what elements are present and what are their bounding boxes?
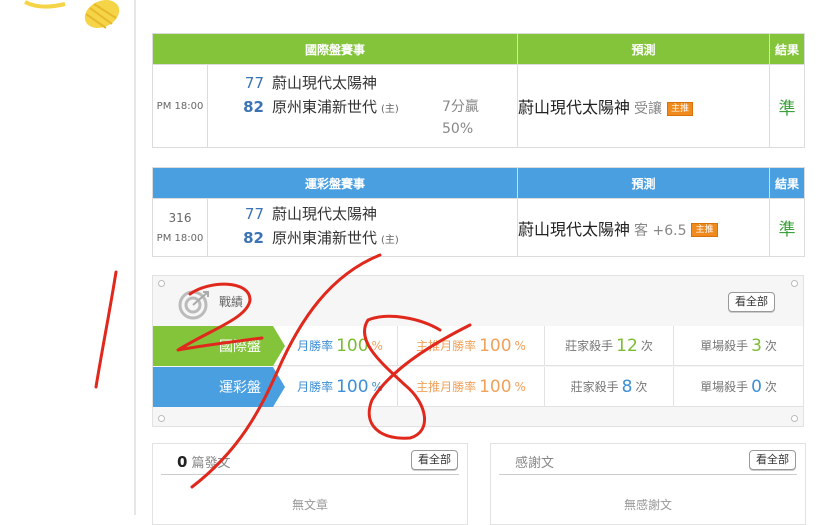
lottery-match-card: 運彩盤賽事 預測 結果 316 PM 18:00 77 蔚山現代太陽神 82 原州東… bbox=[151, 167, 806, 257]
team2-score: 82 bbox=[243, 98, 264, 116]
divider bbox=[161, 474, 459, 475]
main-pick-win-rate: 主推月勝率 100% bbox=[398, 367, 545, 407]
house-killer: 莊家殺手 8 次 bbox=[545, 367, 674, 407]
thanks-view-all-button[interactable]: 看全部 bbox=[749, 450, 796, 470]
record-row-label[interactable]: 運彩盤 bbox=[153, 367, 285, 407]
match-header: 運彩盤賽事 bbox=[151, 167, 519, 199]
team2-name[interactable]: 原州東浦新世代 bbox=[272, 229, 377, 247]
match-time: PM 18:00 bbox=[152, 64, 208, 148]
home-tag: (主) bbox=[381, 235, 399, 246]
home-tag: (主) bbox=[381, 104, 399, 115]
result-value: 準 bbox=[769, 64, 806, 148]
main-pick-win-rate: 主推月勝率 100% bbox=[398, 326, 545, 366]
predicted-team: 蔚山現代太陽神 bbox=[518, 98, 631, 117]
single-killer: 單場殺手 0 次 bbox=[674, 367, 803, 407]
lightbulb-icon bbox=[24, 0, 120, 29]
corner-dot bbox=[791, 280, 798, 287]
main-pick-value: 100 bbox=[479, 376, 512, 397]
match-time-cell: 316 PM 18:00 bbox=[152, 198, 208, 257]
main-pick-badge: 主推 bbox=[667, 101, 694, 116]
team1-score: 77 bbox=[244, 205, 264, 223]
month-win-value: 100 bbox=[336, 376, 369, 397]
house-killer-value: 8 bbox=[621, 376, 633, 397]
game-number: 316 bbox=[168, 211, 192, 225]
match-time: PM 18:00 bbox=[156, 233, 204, 244]
match-teams: 77 蔚山現代太陽神 82 原州東浦新世代 (主) 7分贏 50% bbox=[206, 64, 519, 148]
result-value: 準 bbox=[769, 198, 806, 257]
corner-dot bbox=[158, 280, 165, 287]
record-view-all-button[interactable]: 看全部 bbox=[728, 292, 775, 312]
result-header: 結果 bbox=[769, 33, 806, 65]
month-win-rate: 月勝率 100% bbox=[273, 326, 398, 366]
match-header: 國際盤賽事 bbox=[151, 33, 519, 65]
month-win-value: 100 bbox=[336, 335, 369, 356]
record-row-label[interactable]: 國際盤 bbox=[153, 326, 285, 366]
record-row-intl: 國際盤 月勝率 100% 主推月勝率 100% 莊家殺手 12 次 單場殺手 3 次 bbox=[153, 326, 803, 366]
single-killer: 單場殺手 3 次 bbox=[674, 326, 803, 366]
target-icon bbox=[178, 290, 209, 320]
content-border bbox=[134, 0, 136, 515]
corner-dot bbox=[791, 415, 798, 422]
posts-title: 0 篇發文 bbox=[177, 453, 231, 471]
predicted-team: 蔚山現代太陽神 bbox=[518, 219, 631, 239]
single-killer-value: 0 bbox=[751, 376, 762, 397]
team1-name[interactable]: 蔚山現代太陽神 bbox=[272, 74, 377, 92]
handicap-percent: 50% bbox=[442, 121, 474, 137]
predict-header: 預測 bbox=[517, 33, 771, 65]
prediction-sub: 受讓 bbox=[634, 101, 663, 117]
prediction: 蔚山現代太陽神客 +6.5 主推 bbox=[517, 198, 771, 257]
house-killer-value: 12 bbox=[616, 335, 638, 356]
main-pick-value: 100 bbox=[479, 335, 512, 356]
team1-score: 77 bbox=[244, 74, 264, 92]
posts-empty: 無文章 bbox=[291, 498, 328, 512]
main-pick-badge: 主推 bbox=[691, 223, 718, 237]
posts-box: 0 篇發文 看全部 無文章 bbox=[152, 443, 468, 525]
team1-name[interactable]: 蔚山現代太陽神 bbox=[272, 205, 377, 223]
match-teams: 77 蔚山現代太陽神 82 原州東浦新世代 (主) bbox=[206, 198, 519, 257]
posts-count: 0 bbox=[177, 453, 188, 471]
house-killer: 莊家殺手 12 次 bbox=[545, 326, 674, 366]
result-header: 結果 bbox=[769, 167, 806, 199]
divider bbox=[499, 474, 797, 475]
prediction-sub: 客 +6.5 bbox=[634, 222, 687, 239]
corner-dot bbox=[158, 415, 165, 422]
record-title: 戰績 bbox=[219, 295, 244, 309]
predict-header: 預測 bbox=[517, 167, 771, 199]
thanks-title: 感謝文 bbox=[515, 456, 555, 471]
single-killer-value: 3 bbox=[751, 335, 762, 356]
handicap-value: 7分贏 bbox=[442, 99, 479, 115]
month-win-rate: 月勝率 100% bbox=[273, 367, 398, 407]
team2-score: 82 bbox=[243, 229, 264, 247]
record-panel: 戰績 看全部 國際盤 月勝率 100% 主推月勝率 100% 莊家殺手 12 次 單場殺… bbox=[152, 275, 804, 427]
left-gutter bbox=[0, 0, 134, 515]
thanks-empty: 無感謝文 bbox=[623, 498, 672, 512]
posts-view-all-button[interactable]: 看全部 bbox=[411, 450, 458, 470]
prediction: 蔚山現代太陽神 受讓 主推 bbox=[517, 64, 771, 148]
thanks-box: 感謝文 看全部 無感謝文 bbox=[490, 443, 806, 525]
record-row-lottery: 運彩盤 月勝率 100% 主推月勝率 100% 莊家殺手 8 次 單場殺手 0 次 bbox=[153, 367, 803, 407]
team2-name[interactable]: 原州東浦新世代 bbox=[272, 98, 377, 116]
intl-match-card: 國際盤賽事 預測 結果 PM 18:00 77 蔚山現代太陽神 82 原州東浦新世代… bbox=[151, 33, 806, 148]
